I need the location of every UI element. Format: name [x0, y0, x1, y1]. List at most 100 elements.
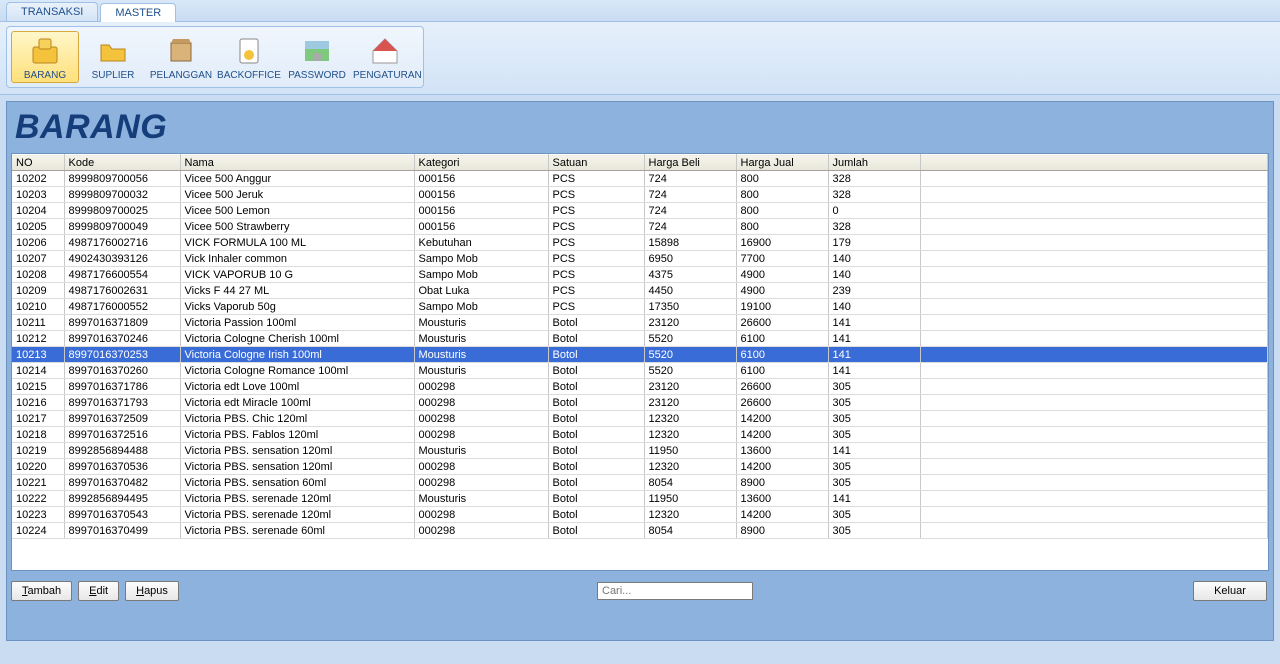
cell-hj: 26600: [736, 315, 828, 331]
table-row[interactable]: 102048999809700025Vicee 500 Lemon000156P…: [12, 203, 1268, 219]
cell-jml: 141: [828, 331, 920, 347]
tab-transaksi[interactable]: TRANSAKSI: [6, 2, 98, 21]
cell-sat: PCS: [548, 267, 644, 283]
table-row[interactable]: 102198992856894488Victoria PBS. sensatio…: [12, 443, 1268, 459]
col-header-kode[interactable]: Kode: [64, 155, 180, 171]
cell-hj: 800: [736, 219, 828, 235]
house-icon: [369, 35, 401, 67]
cell-jml: 328: [828, 171, 920, 187]
cell-jml: 305: [828, 427, 920, 443]
tab-bar: TRANSAKSI MASTER: [0, 0, 1280, 22]
table-row[interactable]: 102228992856894495Victoria PBS. serenade…: [12, 491, 1268, 507]
col-header-kategori[interactable]: Kategori: [414, 155, 548, 171]
table-row[interactable]: 102208997016370536Victoria PBS. sensatio…: [12, 459, 1268, 475]
table-row[interactable]: 102104987176000552Vicks Vaporub 50gSampo…: [12, 299, 1268, 315]
cell-no: 10220: [12, 459, 64, 475]
cell-kode: 8997016371786: [64, 379, 180, 395]
cell-jml: 305: [828, 411, 920, 427]
cell-sat: PCS: [548, 219, 644, 235]
col-header-harga-beli[interactable]: Harga Beli: [644, 155, 736, 171]
cell-hj: 19100: [736, 299, 828, 315]
table-row[interactable]: 102148997016370260Victoria Cologne Roman…: [12, 363, 1268, 379]
table-row[interactable]: 102058999809700049Vicee 500 Strawberry00…: [12, 219, 1268, 235]
clipboard-icon: [233, 35, 265, 67]
cell-kat: 000156: [414, 203, 548, 219]
hapus-button[interactable]: Hapus: [125, 581, 179, 601]
table-row[interactable]: 102168997016371793Victoria edt Miracle 1…: [12, 395, 1268, 411]
cell-jml: 305: [828, 379, 920, 395]
cell-hj: 14200: [736, 507, 828, 523]
cell-kode: 8999809700049: [64, 219, 180, 235]
table-row[interactable]: 102028999809700056Vicee 500 Anggur000156…: [12, 171, 1268, 187]
keluar-button[interactable]: Keluar: [1193, 581, 1267, 601]
cell-nama: Vick Inhaler common: [180, 251, 414, 267]
table-row[interactable]: 102074902430393126Vick Inhaler commonSam…: [12, 251, 1268, 267]
cell-hj: 6100: [736, 363, 828, 379]
cell-hj: 13600: [736, 491, 828, 507]
ribbon-pengaturan[interactable]: PENGATURAN: [351, 31, 419, 83]
table-row[interactable]: 102158997016371786Victoria edt Love 100m…: [12, 379, 1268, 395]
cell-kode: 8997016370536: [64, 459, 180, 475]
table-row[interactable]: 102218997016370482Victoria PBS. sensatio…: [12, 475, 1268, 491]
cell-kat: Mousturis: [414, 443, 548, 459]
cell-hb: 12320: [644, 459, 736, 475]
ribbon-suplier[interactable]: SUPLIER: [79, 31, 147, 83]
grid-scroll[interactable]: NO Kode Nama Kategori Satuan Harga Beli …: [12, 154, 1268, 570]
data-grid: NO Kode Nama Kategori Satuan Harga Beli …: [11, 153, 1269, 571]
cell-kode: 4987176002631: [64, 283, 180, 299]
col-header-satuan[interactable]: Satuan: [548, 155, 644, 171]
ribbon: BARANG SUPLIER PELANGGAN BACKOFFICE PASS…: [0, 22, 1280, 95]
col-header-jumlah[interactable]: Jumlah: [828, 155, 920, 171]
table-row[interactable]: 102038999809700032Vicee 500 Jeruk000156P…: [12, 187, 1268, 203]
cell-nama: Victoria PBS. serenade 60ml: [180, 523, 414, 539]
col-header-nama[interactable]: Nama: [180, 155, 414, 171]
cell-nama: Victoria edt Love 100ml: [180, 379, 414, 395]
cell-hj: 6100: [736, 331, 828, 347]
cell-kat: 000298: [414, 427, 548, 443]
ribbon-pelanggan[interactable]: PELANGGAN: [147, 31, 215, 83]
cell-extra: [920, 331, 1268, 347]
cell-kode: 4987176002716: [64, 235, 180, 251]
col-header-harga-jual[interactable]: Harga Jual: [736, 155, 828, 171]
cell-kode: 8997016371809: [64, 315, 180, 331]
cell-kode: 8997016371793: [64, 395, 180, 411]
table-row[interactable]: 102178997016372509Victoria PBS. Chic 120…: [12, 411, 1268, 427]
cell-hj: 16900: [736, 235, 828, 251]
col-header-extra[interactable]: [920, 155, 1268, 171]
table-row[interactable]: 102138997016370253Victoria Cologne Irish…: [12, 347, 1268, 363]
table-row[interactable]: 102128997016370246Victoria Cologne Cheri…: [12, 331, 1268, 347]
table-row[interactable]: 102188997016372516Victoria PBS. Fablos 1…: [12, 427, 1268, 443]
cell-kat: Mousturis: [414, 363, 548, 379]
cell-kode: 4902430393126: [64, 251, 180, 267]
table-row[interactable]: 102248997016370499Victoria PBS. serenade…: [12, 523, 1268, 539]
cell-hj: 7700: [736, 251, 828, 267]
cell-nama: Vicks F 44 27 ML: [180, 283, 414, 299]
search-input[interactable]: [597, 582, 753, 600]
cell-kode: 8992856894495: [64, 491, 180, 507]
table-row[interactable]: 102064987176002716VICK FORMULA 100 MLKeb…: [12, 235, 1268, 251]
table-row[interactable]: 102094987176002631Vicks F 44 27 MLObat L…: [12, 283, 1268, 299]
cell-nama: Vicks Vaporub 50g: [180, 299, 414, 315]
ribbon-password[interactable]: PASSWORD: [283, 31, 351, 83]
cell-nama: Victoria PBS. serenade 120ml: [180, 491, 414, 507]
tambah-button[interactable]: Tambah: [11, 581, 72, 601]
cell-kat: Sampo Mob: [414, 267, 548, 283]
cell-hb: 4450: [644, 283, 736, 299]
cell-extra: [920, 507, 1268, 523]
ribbon-barang[interactable]: BARANG: [11, 31, 79, 83]
ribbon-backoffice[interactable]: BACKOFFICE: [215, 31, 283, 83]
cell-sat: Botol: [548, 507, 644, 523]
table-row[interactable]: 102118997016371809Victoria Passion 100ml…: [12, 315, 1268, 331]
cell-extra: [920, 523, 1268, 539]
cell-jml: 239: [828, 283, 920, 299]
footer-bar: Tambah Edit Hapus Keluar: [11, 581, 1269, 601]
cell-hb: 23120: [644, 395, 736, 411]
edit-button[interactable]: Edit: [78, 581, 119, 601]
cell-kode: 4987176600554: [64, 267, 180, 283]
col-header-no[interactable]: NO: [12, 155, 64, 171]
table-row[interactable]: 102238997016370543Victoria PBS. serenade…: [12, 507, 1268, 523]
table-row[interactable]: 102084987176600554VICK VAPORUB 10 GSampo…: [12, 267, 1268, 283]
cell-nama: Victoria Cologne Romance 100ml: [180, 363, 414, 379]
tab-master[interactable]: MASTER: [100, 3, 176, 22]
cell-extra: [920, 347, 1268, 363]
